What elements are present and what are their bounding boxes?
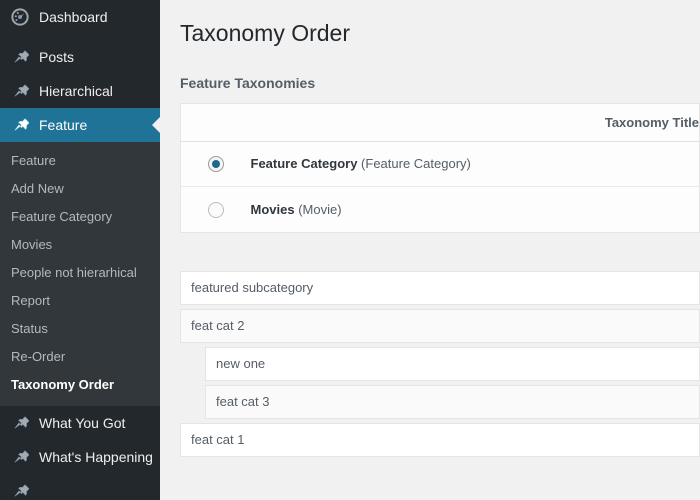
sidebar-item-whats-happening[interactable]: What's Happening (0, 440, 160, 474)
radio-cell[interactable] (180, 186, 251, 233)
pin-icon (10, 47, 30, 67)
taxonomy-radio-movies[interactable] (207, 201, 224, 218)
sidebar-item-label: Dashboard (39, 9, 108, 25)
taxonomy-title: Movies (250, 201, 295, 217)
pin-icon (10, 115, 30, 135)
taxonomy-slug: (Feature Category) (361, 156, 471, 172)
sidebar-item-label: Posts (39, 49, 75, 65)
sidebar-item-label: What You Got (39, 415, 126, 431)
pin-icon (10, 447, 30, 467)
list-item[interactable]: feat cat 2 (180, 308, 700, 343)
sidebar-item-hierarchical[interactable]: Hierarchical (0, 74, 160, 108)
sidebar-subitem-status[interactable]: Status (0, 315, 160, 343)
pin-icon (10, 481, 30, 500)
sidebar-subitem-report[interactable]: Report (0, 287, 160, 315)
content-wrap: Taxonomy Order Feature Taxonomies Taxono… (160, 0, 700, 457)
sidebar-subitem-feature[interactable]: Feature (0, 147, 160, 175)
sortable-term-list: featured subcategory feat cat 2 new one … (180, 270, 700, 457)
taxonomy-title: Feature Category (250, 156, 358, 172)
sidebar-subitem-movies[interactable]: Movies (0, 231, 160, 259)
main-content: Taxonomy Order Feature Taxonomies Taxono… (160, 0, 700, 500)
page-title: Taxonomy Order (180, 20, 351, 46)
pin-icon (10, 413, 30, 433)
sidebar-item-label: Feature (39, 117, 88, 133)
sidebar-subitem-feature-category[interactable]: Feature Category (0, 203, 160, 231)
taxonomy-label-cell: Feature Category (Feature Category) (250, 141, 700, 187)
sidebar-item-label: What's Happening (39, 449, 153, 465)
sidebar-subitem-people[interactable]: People not hierarhical (0, 259, 160, 287)
sidebar-subitem-add-new[interactable]: Add New (0, 175, 160, 203)
wordpress-admin-screen: Dashboard Posts Hierarchical Feature Fea… (0, 0, 700, 500)
list-item[interactable]: featured subcategory (180, 270, 700, 305)
list-item[interactable]: feat cat 3 (205, 384, 700, 419)
sidebar-subitem-taxonomy-order[interactable]: Taxonomy Order (0, 371, 160, 399)
table-row[interactable]: Feature Category (Feature Category) (180, 141, 700, 187)
taxonomy-label-cell: Movies (Movie) (250, 186, 700, 233)
radio-cell[interactable] (180, 141, 251, 187)
sidebar-item-posts[interactable]: Posts (0, 40, 160, 74)
sidebar-item-what-you-got[interactable]: What You Got (0, 406, 160, 440)
section-title: Feature Taxonomies (180, 75, 316, 91)
table-header-row: Taxonomy Title (180, 103, 700, 142)
list-item[interactable]: new one (205, 346, 700, 381)
dashboard-icon (10, 7, 30, 27)
table-head: Taxonomy Title (180, 103, 700, 142)
sidebar-subitem-re-order[interactable]: Re-Order (0, 343, 160, 371)
sidebar-item-feature[interactable]: Feature (0, 108, 160, 142)
taxonomy-table: Taxonomy Title Feature Category (Feature… (180, 102, 700, 233)
sidebar-item-label: Hierarchical (39, 83, 113, 99)
taxonomy-slug: (Movie) (298, 201, 342, 217)
list-item[interactable]: feat cat 1 (180, 422, 700, 457)
admin-sidebar: Dashboard Posts Hierarchical Feature Fea… (0, 0, 160, 500)
sidebar-item-partial[interactable] (0, 474, 160, 500)
sidebar-submenu-feature: Feature Add New Feature Category Movies … (0, 142, 160, 406)
taxonomy-radio-feature-category[interactable] (207, 156, 224, 173)
table-row[interactable]: Movies (Movie) (180, 186, 700, 233)
column-header-taxonomy-title: Taxonomy Title (180, 103, 700, 142)
sidebar-item-dashboard[interactable]: Dashboard (0, 0, 160, 34)
table-body: Feature Category (Feature Category) Movi… (180, 141, 700, 233)
pin-icon (10, 81, 30, 101)
